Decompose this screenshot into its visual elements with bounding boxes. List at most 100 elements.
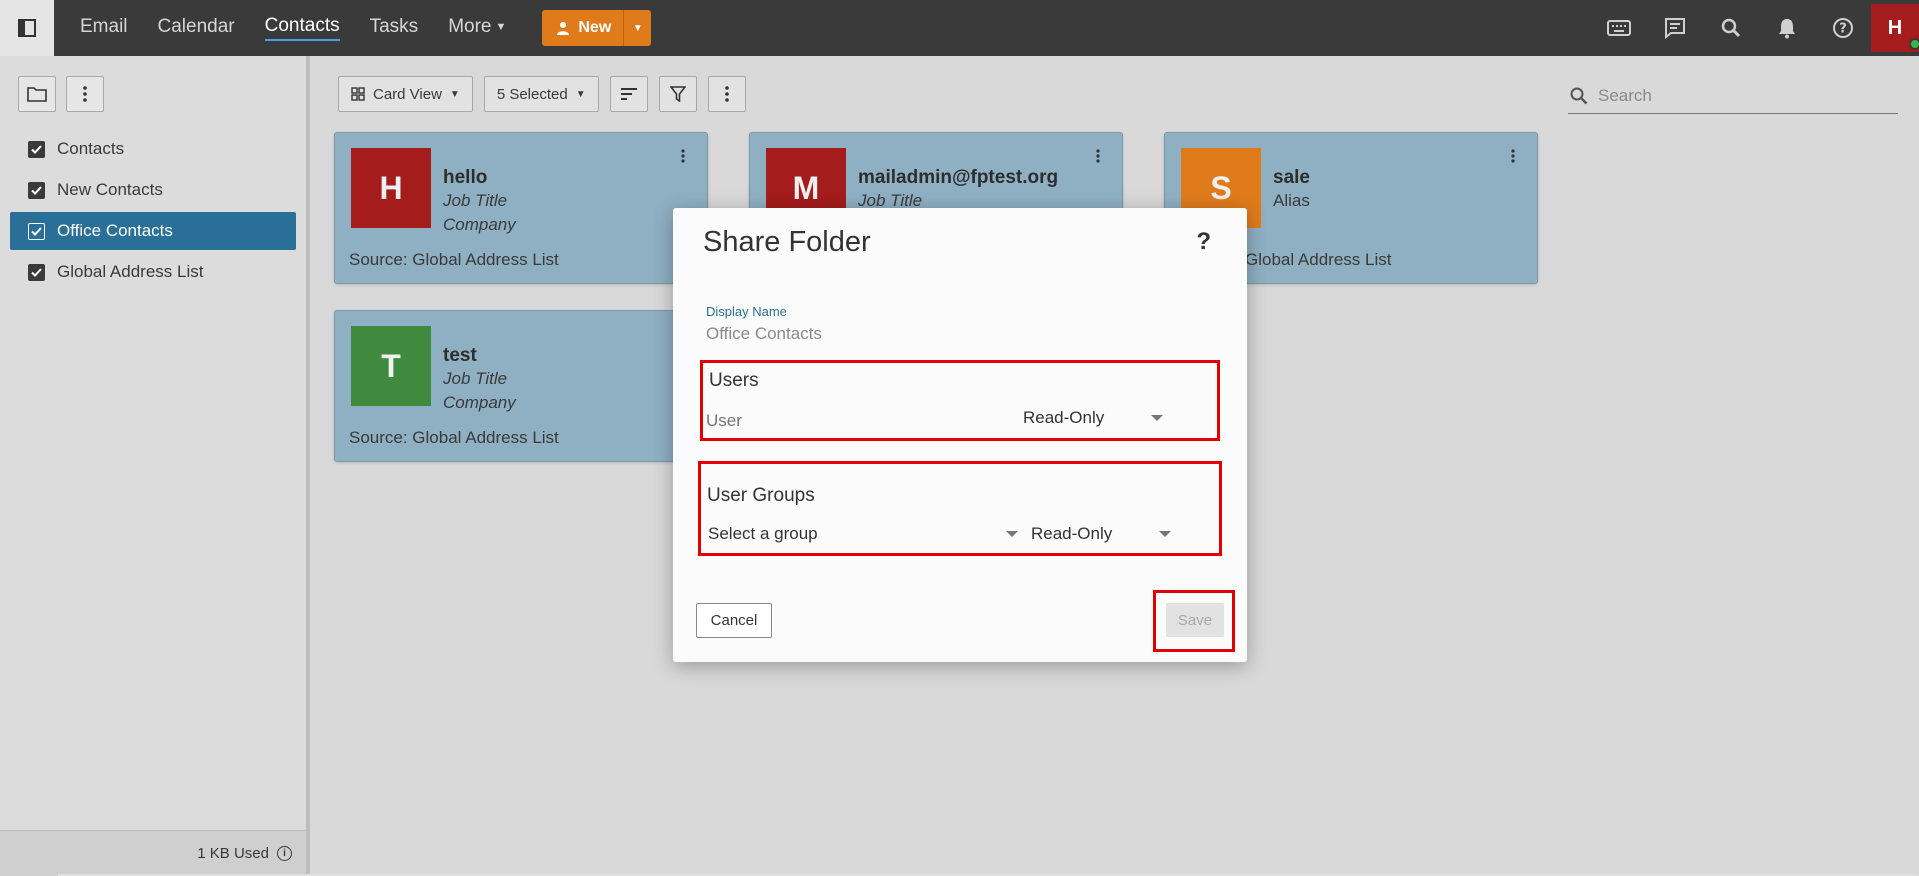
contact-job-title: Job Title [443,191,508,210]
user-avatar-initial: H [1887,16,1903,39]
caret-down-icon [1159,531,1171,537]
nav-contacts[interactable]: Contacts [264,15,340,41]
filter-button[interactable] [658,76,697,112]
selection-button[interactable]: 5 Selected ▼ [483,76,599,112]
dialog-title: Share Folder [703,226,871,258]
view-select-label: Card View [373,85,442,103]
help-icon: ? [1833,18,1853,38]
info-icon[interactable]: i [277,846,292,861]
top-icons: ? H [1591,0,1919,56]
user-groups-section-title: User Groups [707,485,815,506]
kebab-icon [1096,149,1100,163]
filter-icon [669,86,686,102]
folder-item-contacts[interactable]: Contacts [10,130,296,168]
help-button[interactable]: ? [1815,0,1871,56]
save-button[interactable]: Save [1166,603,1224,637]
svg-text:?: ? [1839,22,1847,37]
caret-down-icon: ▼ [632,22,643,34]
checkbox-checked-icon[interactable] [28,222,45,240]
person-icon [557,22,570,35]
users-section-title: Users [709,370,759,391]
contact-initial: M [792,169,820,206]
view-select-button[interactable]: Card View ▼ [338,76,473,112]
folder-item-global-address-list[interactable]: Global Address List [10,253,296,291]
contacts-search [1568,78,1898,114]
contact-card[interactable]: H hello Job Title Company Source: Global… [334,132,708,284]
main-nav: Email Calendar Contacts Tasks More ▼ [80,15,536,41]
nav-calendar[interactable]: Calendar [158,16,235,40]
nav-more-label: More [448,16,492,37]
keyboard-button[interactable] [1591,0,1647,56]
user-permission-select[interactable]: Read-Only [1023,408,1163,428]
contact-name: mailadmin@fptest.org [858,167,1059,188]
display-name-value: Office Contacts [706,324,822,343]
selection-label: 5 Selected [496,85,568,103]
toolbar-more-button[interactable] [707,76,746,112]
folder-label: Office Contacts [57,221,173,240]
search-icon [1721,18,1741,38]
card-menu-button[interactable] [681,149,685,168]
checkbox-checked-icon[interactable] [28,140,45,158]
chat-icon [1665,18,1685,39]
notifications-button[interactable] [1759,0,1815,56]
folder-item-office-contacts[interactable]: Office Contacts [10,212,296,250]
user-input[interactable] [706,411,1006,431]
contact-initial: H [379,169,403,206]
cancel-button[interactable]: Cancel [696,603,772,638]
online-status-dot [1909,38,1919,50]
group-select[interactable]: Select a group [708,524,1018,544]
contact-source: Source: Global Address List [349,428,559,447]
contact-company: Company [443,393,516,412]
kebab-icon [1511,149,1515,163]
contact-name: test [443,345,477,366]
contact-initial: S [1210,169,1232,206]
checkbox-checked-icon[interactable] [28,181,45,199]
group-permission-select[interactable]: Read-Only [1031,524,1171,544]
caret-down-icon [1006,531,1018,537]
folder-label: Contacts [57,139,125,158]
kebab-icon [724,86,729,102]
folder-icon [27,87,47,102]
chat-button[interactable] [1647,0,1703,56]
search-button[interactable] [1703,0,1759,56]
caret-down-icon: ▼ [495,20,507,33]
checkbox-checked-icon[interactable] [28,263,45,281]
kebab-icon [83,86,87,102]
folder-sidebar: Contacts New Contacts Office Contacts Gl… [0,56,310,876]
card-menu-button[interactable] [1511,149,1515,168]
top-bar: Email Calendar Contacts Tasks More ▼ New … [0,0,1919,56]
sort-button[interactable] [609,76,648,112]
group-select-value: Select a group [708,524,818,543]
nav-tasks[interactable]: Tasks [370,16,419,40]
folder-item-new-contacts[interactable]: New Contacts [10,171,296,209]
nav-email[interactable]: Email [80,16,128,40]
contact-company: Company [443,215,516,234]
sidebar-toggle-button[interactable] [0,0,54,56]
contact-card[interactable]: T test Job Title Company Source: Global … [334,310,708,462]
grid-icon [351,87,365,101]
search-input[interactable] [1598,85,1878,106]
contact-name: sale [1273,167,1310,188]
user-avatar[interactable]: H [1871,4,1919,52]
folder-button[interactable] [18,76,56,112]
quota-text: 1 KB Used [197,845,269,862]
keyboard-icon [1607,20,1631,36]
new-button-label: New [578,19,612,36]
sidebar-more-button[interactable] [66,76,104,112]
user-groups-section: User Groups Select a group Read-Only [698,461,1222,556]
search-icon [1570,87,1588,104]
contact-avatar: H [351,148,431,228]
users-section: Users Read-Only [700,360,1220,441]
new-button[interactable]: New [542,10,624,46]
new-dropdown-button[interactable]: ▼ [623,10,652,46]
group-permission-value: Read-Only [1031,524,1113,543]
contacts-toolbar: Card View ▼ 5 Selected ▼ [338,76,757,112]
nav-more[interactable]: More ▼ [448,16,506,40]
caret-down-icon: ▼ [449,88,460,100]
dialog-help-button[interactable]: ? [1196,228,1211,256]
contact-source: Global Address List [1245,250,1392,269]
save-highlight: Save [1153,590,1235,652]
card-menu-button[interactable] [1096,149,1100,168]
share-folder-dialog: Share Folder ? Display Name Office Conta… [673,208,1247,662]
storage-quota: 1 KB Used i [0,830,306,876]
